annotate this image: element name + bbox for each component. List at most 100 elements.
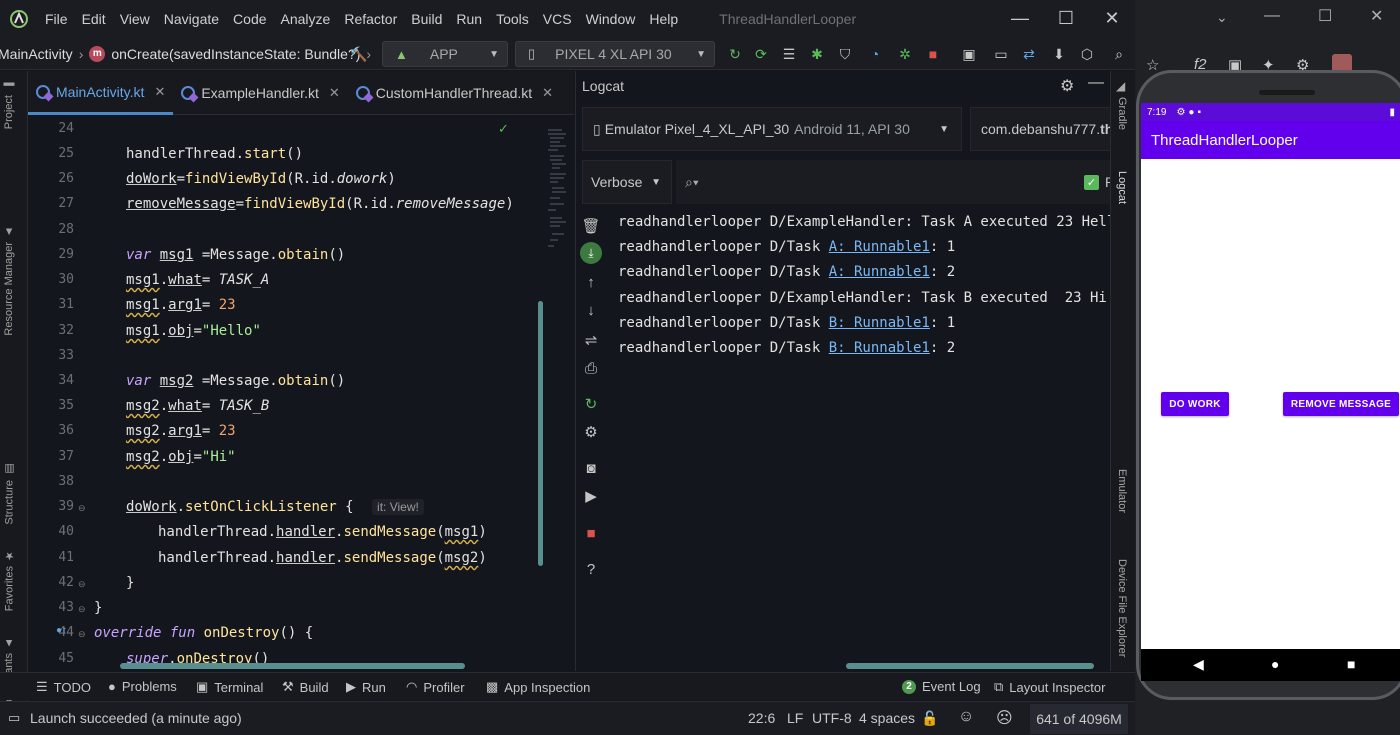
tool-tab-device-file-explorer[interactable]: Device File Explorer bbox=[1116, 559, 1128, 657]
sdk-manager-icon[interactable]: ⬇ bbox=[1050, 45, 1068, 63]
override-marker-icon[interactable]: ●↑ bbox=[56, 625, 67, 636]
close-icon[interactable]: ✕ bbox=[542, 85, 553, 101]
gear-icon[interactable]: ⚙ bbox=[1060, 76, 1074, 96]
back-icon[interactable]: ◀ bbox=[1193, 656, 1204, 673]
help-icon[interactable]: ? bbox=[580, 558, 602, 580]
file-encoding[interactable]: UTF-8 bbox=[812, 710, 852, 726]
minimize-button[interactable]: — bbox=[1264, 7, 1280, 25]
menu-navigate[interactable]: Navigate bbox=[157, 0, 226, 38]
tool-profiler[interactable]: ◠ Profiler bbox=[406, 679, 465, 695]
tool-tab-project[interactable]: Project ▬ bbox=[3, 79, 15, 129]
happy-face-icon[interactable]: ☺ bbox=[958, 708, 974, 726]
tool-layout-inspector[interactable]: ⧉ Layout Inspector bbox=[994, 679, 1105, 695]
debug-bug-icon[interactable]: ✱ bbox=[808, 45, 826, 63]
scroll-to-end-icon[interactable]: ⤓ bbox=[580, 242, 602, 264]
tool-problems[interactable]: ● Problems bbox=[108, 679, 177, 694]
breadcrumb-function[interactable]: onCreate(savedInstanceState: Bundle?) bbox=[111, 46, 360, 62]
package-filter-select[interactable]: com.debanshu777. thre bbox=[970, 107, 1111, 151]
fold-icon[interactable]: ⊖ bbox=[78, 503, 86, 514]
caret-position[interactable]: 22:6 bbox=[748, 710, 775, 726]
tab-mainactivity[interactable]: MainActivity.kt ✕ bbox=[28, 71, 174, 115]
recents-icon[interactable]: ■ bbox=[1347, 656, 1355, 672]
stop-icon[interactable]: ■ bbox=[924, 45, 942, 63]
tool-terminal[interactable]: ▣ Terminal bbox=[196, 679, 263, 695]
horizontal-scrollbar[interactable] bbox=[120, 663, 465, 669]
tool-tab-structure[interactable]: Structure ▥ bbox=[3, 463, 17, 525]
trash-icon[interactable]: 🗑 bbox=[580, 215, 602, 237]
restart-icon[interactable]: ↻ bbox=[580, 393, 602, 415]
log-search-input[interactable]: ⌕▾ ✓ R bbox=[676, 160, 1111, 204]
menu-file[interactable]: File bbox=[38, 0, 75, 38]
menu-run[interactable]: Run bbox=[449, 0, 489, 38]
menu-build[interactable]: Build bbox=[404, 0, 449, 38]
maximize-button[interactable]: ☐ bbox=[1043, 0, 1089, 36]
hammer-icon[interactable]: 🔨 bbox=[350, 45, 368, 63]
cube-icon[interactable]: ⬡ bbox=[1078, 45, 1096, 63]
device-select[interactable]: ▯ PIXEL 4 XL API 30 ▼ bbox=[515, 41, 715, 67]
home-icon[interactable]: ● bbox=[1271, 656, 1279, 672]
memory-indicator[interactable]: 641 of 4096M bbox=[1030, 704, 1128, 734]
close-icon[interactable]: ✕ bbox=[329, 85, 340, 101]
menu-tools[interactable]: Tools bbox=[489, 0, 536, 38]
fold-icon[interactable]: ⊖ bbox=[78, 579, 86, 590]
arrow-down-icon[interactable]: ↓ bbox=[580, 299, 602, 321]
log-level-select[interactable]: Verbose ▼ bbox=[582, 160, 672, 204]
menu-view[interactable]: View bbox=[113, 0, 157, 38]
log-link[interactable]: B: Runnable1 bbox=[829, 340, 930, 356]
maximize-button[interactable]: ☐ bbox=[1318, 6, 1332, 26]
fold-icon[interactable]: ⊖ bbox=[78, 604, 86, 615]
indent-setting[interactable]: 4 spaces bbox=[859, 710, 915, 726]
chevron-down-icon[interactable]: ⌄ bbox=[1216, 9, 1228, 26]
stop-icon[interactable]: ■ bbox=[580, 522, 602, 544]
arrow-up-icon[interactable]: ↑ bbox=[580, 271, 602, 293]
menu-analyze[interactable]: Analyze bbox=[274, 0, 338, 38]
menu-help[interactable]: Help bbox=[642, 0, 685, 38]
breadcrumb-class[interactable]: MainActivity bbox=[0, 46, 73, 62]
do-work-button[interactable]: DO WORK bbox=[1161, 392, 1229, 416]
run-config-select[interactable]: ▲ APP ▼ bbox=[382, 41, 508, 67]
print-icon[interactable]: ⎙ bbox=[580, 357, 602, 379]
tool-todo[interactable]: ☰ TODO bbox=[36, 679, 91, 695]
sync-project-icon[interactable]: ⇄ bbox=[1020, 45, 1038, 63]
remove-message-button[interactable]: REMOVE MESSAGE bbox=[1283, 392, 1399, 416]
line-separator[interactable]: LF bbox=[787, 710, 803, 726]
video-icon[interactable]: ▶ bbox=[580, 485, 602, 507]
coverage-shield-icon[interactable]: ⛉ bbox=[836, 45, 854, 63]
attach-debugger-icon[interactable]: ✲ bbox=[896, 45, 914, 63]
sad-face-icon[interactable]: ☹ bbox=[996, 708, 1013, 728]
tool-event-log[interactable]: 2 Event Log bbox=[902, 679, 981, 694]
soft-wrap-icon[interactable]: ⇌ bbox=[580, 329, 602, 351]
device-filter-select[interactable]: ▯ Emulator Pixel_4_XL_API_30 Android 11,… bbox=[582, 107, 962, 151]
gear-icon[interactable]: ⚙ bbox=[580, 421, 602, 443]
search-icon[interactable]: ⌕ bbox=[1110, 45, 1128, 63]
tool-tab-emulator[interactable]: Emulator bbox=[1116, 469, 1128, 513]
close-icon[interactable]: ✕ bbox=[154, 84, 165, 100]
code-editor[interactable]: 24 25 26 27 28 29 30 31 32 33 34 35 36 3… bbox=[28, 116, 574, 670]
tool-build[interactable]: ⚒ Build bbox=[282, 679, 329, 695]
lock-icon[interactable]: 🔓 bbox=[921, 710, 938, 727]
menu-code[interactable]: Code bbox=[226, 0, 273, 38]
tool-tab-logcat[interactable]: Logcat bbox=[1116, 171, 1128, 204]
terminal-icon[interactable]: ▭ bbox=[992, 45, 1010, 63]
vertical-scrollbar[interactable] bbox=[538, 301, 543, 566]
tool-tab-gradle[interactable]: Gradle bbox=[1116, 97, 1128, 130]
tab-customhandlerthread[interactable]: CustomHandlerThread.kt ✕ bbox=[348, 71, 561, 115]
close-button[interactable]: ✕ bbox=[1089, 0, 1135, 36]
log-link[interactable]: B: Runnable1 bbox=[829, 315, 930, 331]
tab-examplehandler[interactable]: ExampleHandler.kt ✕ bbox=[173, 71, 347, 115]
minimize-button[interactable]: — bbox=[997, 0, 1043, 36]
log-link[interactable]: A: Runnable1 bbox=[829, 264, 930, 280]
apply-code-changes-icon[interactable]: ⟳ bbox=[752, 45, 770, 63]
tool-run[interactable]: ▶ Run bbox=[346, 679, 386, 695]
regex-checkbox[interactable]: ✓ bbox=[1084, 175, 1099, 190]
hide-panel-icon[interactable]: — bbox=[1088, 74, 1104, 92]
star-icon[interactable]: ☆ bbox=[1146, 56, 1159, 74]
status-panel-icon[interactable]: ▭ bbox=[8, 710, 20, 726]
structure-list-icon[interactable]: ☰ bbox=[780, 45, 798, 63]
tool-app-inspection[interactable]: ▩ App Inspection bbox=[486, 679, 590, 695]
menu-edit[interactable]: Edit bbox=[75, 0, 113, 38]
tool-tab-resource-manager[interactable]: Resource Manager ▲ bbox=[3, 226, 15, 336]
close-button[interactable]: ✕ bbox=[1370, 6, 1383, 26]
apply-changes-restart-icon[interactable]: ↻ bbox=[726, 45, 744, 63]
logcat-horizontal-scrollbar[interactable] bbox=[846, 663, 1094, 669]
